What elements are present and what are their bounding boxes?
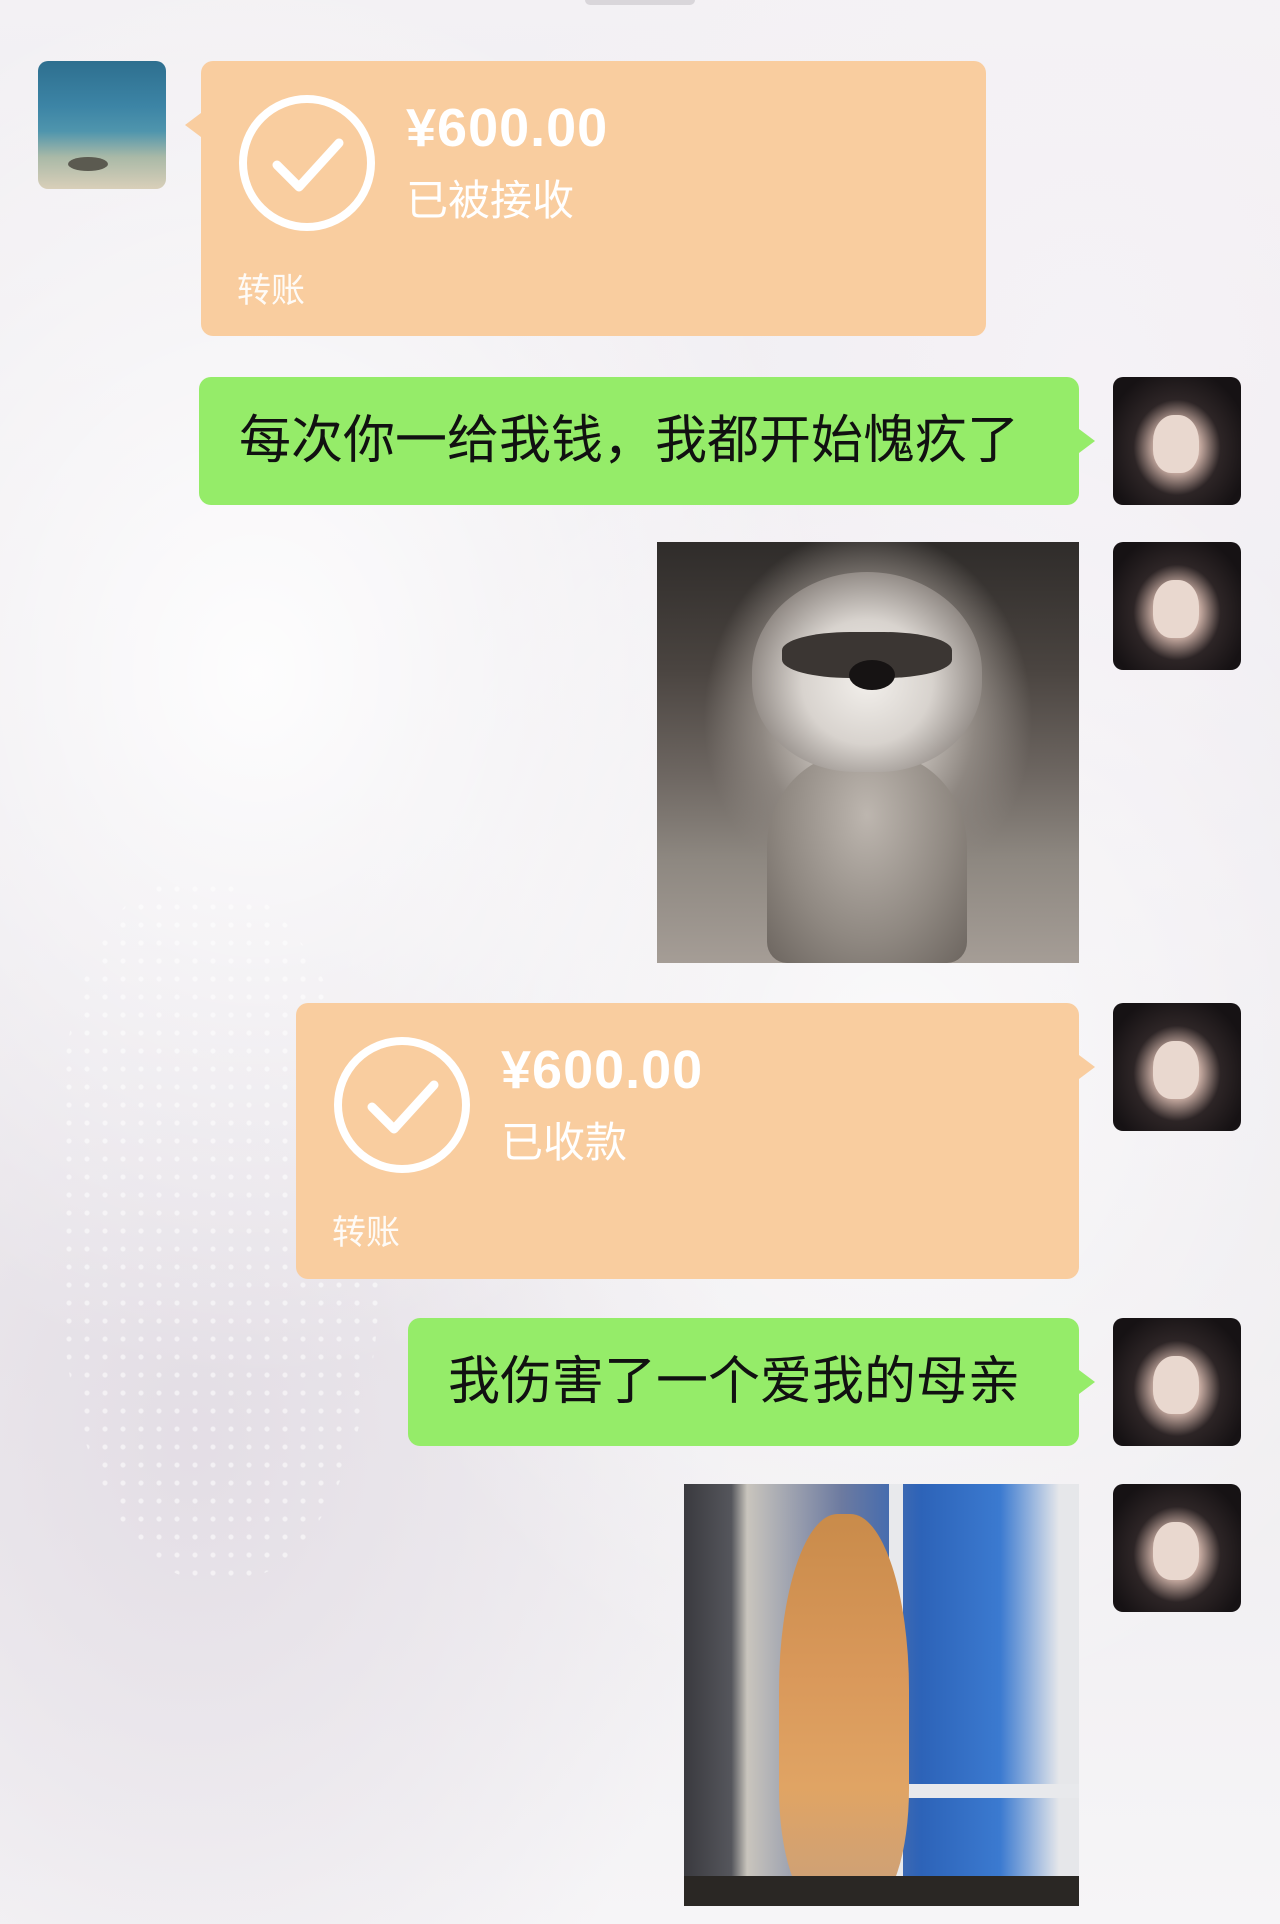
transfer-status: 已被接收 xyxy=(406,176,575,225)
raccoon-body xyxy=(767,752,967,963)
smiling-raccoon-image[interactable] xyxy=(657,542,1079,963)
transfer-label: 转账 xyxy=(332,1213,400,1253)
bubble-tail xyxy=(1079,429,1095,453)
scroll-handle xyxy=(585,0,695,5)
transfer-message-collected[interactable]: ¥600.00 已收款 转账 xyxy=(296,1003,1095,1279)
transfer-amount: ¥600.00 xyxy=(501,1040,704,1100)
text-message[interactable]: 我伤害了一个爱我的母亲 xyxy=(408,1318,1095,1446)
cat-at-window-image[interactable] xyxy=(684,1484,1079,1906)
transfer-amount: ¥600.00 xyxy=(406,98,609,158)
my-avatar[interactable] xyxy=(1113,542,1241,670)
my-avatar[interactable] xyxy=(1113,1003,1241,1131)
transfer-label: 转账 xyxy=(237,271,305,311)
text-message[interactable]: 每次你一给我钱，我都开始愧疚了 xyxy=(199,377,1095,505)
check-circle-icon xyxy=(239,95,375,231)
transfer-message-received[interactable]: ¥600.00 已被接收 转账 xyxy=(185,61,986,336)
raccoon-nose xyxy=(849,660,895,690)
contact-avatar[interactable] xyxy=(38,61,166,189)
my-avatar[interactable] xyxy=(1113,1484,1241,1612)
check-circle-icon xyxy=(334,1037,470,1173)
beach-rock xyxy=(68,157,108,171)
transfer-status: 已收款 xyxy=(501,1118,628,1167)
standing-cat xyxy=(779,1514,909,1906)
bubble-tail xyxy=(185,113,201,137)
message-text: 每次你一给我钱，我都开始愧疚了 xyxy=(239,411,1020,471)
bubble-tail xyxy=(1079,1370,1095,1394)
message-text: 我伤害了一个爱我的母亲 xyxy=(448,1352,1021,1412)
floor xyxy=(684,1876,1079,1906)
my-avatar[interactable] xyxy=(1113,1318,1241,1446)
bubble-tail xyxy=(1079,1055,1095,1079)
my-avatar[interactable] xyxy=(1113,377,1241,505)
